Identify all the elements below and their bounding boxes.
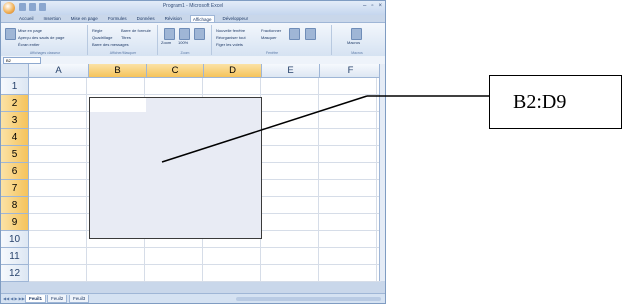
pointer-line (161, 95, 368, 163)
range-callout: B2:D9 (489, 75, 622, 129)
leader-line (161, 95, 489, 163)
